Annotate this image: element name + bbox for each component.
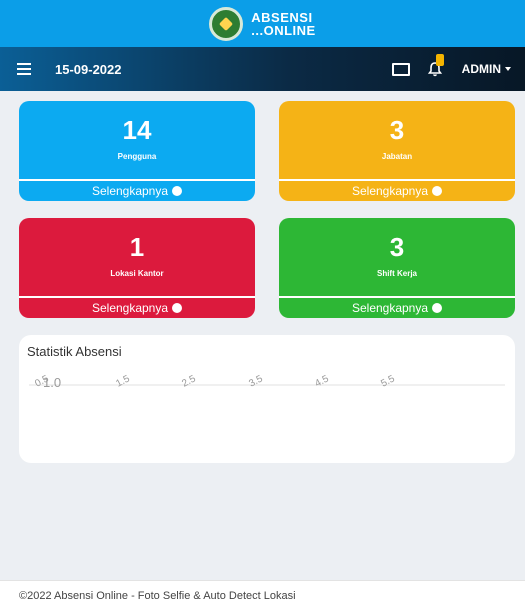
chart-tick-label: 4.5	[313, 373, 331, 389]
user-menu[interactable]: ADMIN	[462, 62, 511, 76]
card-value: 14	[122, 115, 152, 145]
card-jabatan: 3 Jabatan Selengkapnya	[279, 101, 515, 201]
arrow-circle-right-icon	[432, 186, 443, 196]
desktop-icon[interactable]	[391, 63, 410, 76]
hamburger-menu-icon[interactable]	[17, 63, 31, 75]
navbar: 15-09-2022 ADMIN	[0, 47, 525, 91]
brand-line1: ABSENSI	[251, 9, 313, 25]
arrow-circle-right-icon	[432, 303, 443, 313]
chart-tick-label: 3.5	[247, 373, 265, 389]
current-date: 15-09-2022	[55, 61, 122, 77]
card-more-link[interactable]: Selengkapnya	[279, 296, 515, 318]
card-value: 1	[129, 232, 145, 262]
card-link-label: Selengkapnya	[91, 301, 169, 315]
user-name: ADMIN	[461, 62, 501, 76]
card-link-label: Selengkapnya	[351, 301, 429, 315]
card-label: Shift Kerja	[376, 269, 417, 278]
card-more-link[interactable]: Selengkapnya	[279, 179, 515, 201]
card-more-link[interactable]: Selengkapnya	[19, 296, 255, 318]
card-label: Jabatan	[381, 152, 413, 161]
brand-line2: ...ONLINE	[251, 22, 316, 38]
card-lokasi-kantor: 1 Lokasi Kantor Selengkapnya	[19, 218, 255, 318]
seal-logo-icon	[209, 6, 244, 41]
arrow-circle-right-icon	[172, 303, 183, 313]
chart-tick-label: 5.5	[379, 373, 397, 389]
card-shift-kerja: 3 Shift Kerja Selengkapnya	[279, 218, 515, 318]
footer-text: ©2022 Absensi Online - Foto Selfie & Aut…	[19, 590, 296, 602]
caret-down-icon	[505, 67, 511, 71]
card-link-label: Selengkapnya	[351, 184, 429, 198]
notification-bell[interactable]	[426, 54, 444, 78]
chart-tick-label: 1.5	[114, 373, 132, 389]
statistics-panel: Statistik Absensi 0.5 1.0 1.5 2.5 3.5 4.5 5.5	[19, 335, 515, 463]
card-more-link[interactable]: Selengkapnya	[19, 179, 255, 201]
arrow-circle-right-icon	[172, 186, 183, 196]
card-label: Pengguna	[117, 152, 157, 161]
page-footer: ©2022 Absensi Online - Foto Selfie & Aut…	[0, 580, 525, 611]
chart-tick-label: 2.5	[180, 373, 198, 389]
brand-text: ABSENSI ...ONLINE	[251, 11, 315, 37]
card-value: 3	[389, 115, 405, 145]
chart-tick-label: 1.0	[43, 375, 61, 390]
statistics-chart: 0.51.0 1.5 2.5 3.5 4.5 5.5	[29, 373, 505, 390]
card-label: Lokasi Kantor	[110, 269, 164, 278]
brand-header: ABSENSI ...ONLINE	[0, 0, 525, 47]
statistics-title: Statistik Absensi	[27, 344, 122, 359]
card-value: 3	[389, 232, 405, 262]
brand-logo: ABSENSI ...ONLINE	[209, 6, 315, 41]
notification-badge	[435, 54, 444, 66]
card-link-label: Selengkapnya	[91, 184, 169, 198]
navbar-actions: ADMIN	[391, 54, 525, 78]
card-pengguna: 14 Pengguna Selengkapnya	[19, 101, 255, 201]
